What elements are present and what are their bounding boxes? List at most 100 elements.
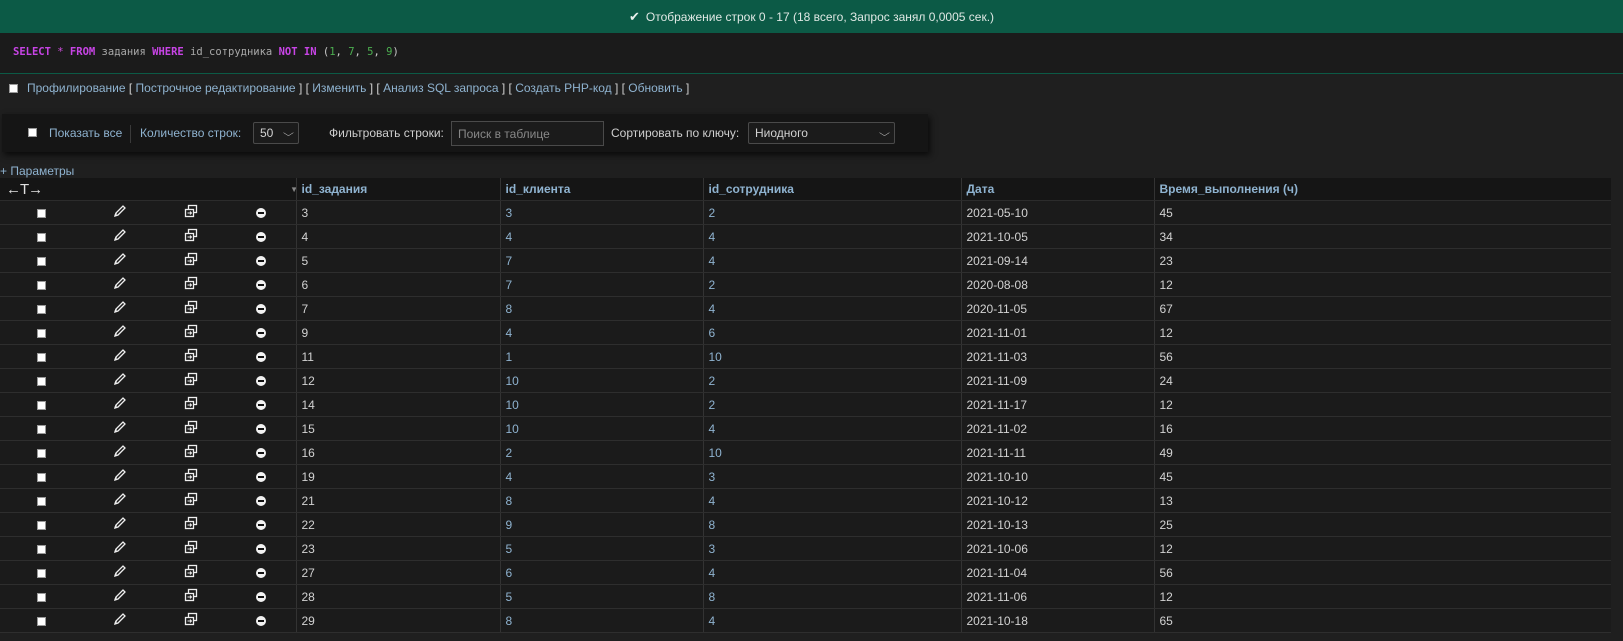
cell-employee-id[interactable]: 2 [702, 368, 961, 393]
row-select-checkbox[interactable] [37, 496, 47, 506]
delete-row-icon[interactable] [226, 422, 296, 436]
copy-row-icon[interactable] [156, 564, 226, 581]
copy-row-icon[interactable] [156, 204, 226, 221]
column-header[interactable]: id_сотрудника [702, 178, 961, 201]
copy-row-icon[interactable] [156, 300, 226, 317]
delete-row-icon[interactable] [226, 254, 296, 268]
delete-row-icon[interactable] [226, 470, 296, 484]
row-select-checkbox[interactable] [37, 256, 47, 266]
copy-row-icon[interactable] [156, 588, 226, 605]
cell-client-id[interactable]: 2 [499, 440, 703, 465]
row-select-checkbox[interactable] [37, 232, 47, 242]
column-header[interactable]: Дата [960, 178, 1154, 201]
cell-employee-id[interactable]: 10 [702, 440, 961, 465]
row-select-checkbox[interactable] [37, 280, 47, 290]
caret-down-icon[interactable]: ▼ [290, 185, 296, 194]
copy-row-icon[interactable] [156, 396, 226, 413]
edit-row-icon[interactable] [84, 300, 156, 317]
row-select-checkbox[interactable] [37, 616, 47, 626]
delete-row-icon[interactable] [226, 230, 296, 244]
cell-employee-id[interactable]: 4 [702, 608, 961, 633]
row-select-checkbox[interactable] [37, 592, 47, 602]
edit-row-icon[interactable] [84, 372, 156, 389]
delete-row-icon[interactable] [226, 614, 296, 628]
cell-client-id[interactable]: 3 [499, 200, 703, 225]
explain-sql-link[interactable]: Анализ SQL запроса [383, 81, 498, 95]
copy-row-icon[interactable] [156, 516, 226, 533]
cell-client-id[interactable]: 10 [499, 392, 703, 417]
edit-row-icon[interactable] [84, 204, 156, 221]
edit-row-icon[interactable] [84, 492, 156, 509]
copy-row-icon[interactable] [156, 252, 226, 269]
cell-client-id[interactable]: 5 [499, 584, 703, 609]
cell-employee-id[interactable]: 2 [702, 392, 961, 417]
copy-row-icon[interactable] [156, 612, 226, 629]
delete-row-icon[interactable] [226, 518, 296, 532]
cell-client-id[interactable]: 9 [499, 512, 703, 537]
row-select-checkbox[interactable] [37, 520, 47, 530]
edit-row-icon[interactable] [84, 612, 156, 629]
cell-employee-id[interactable]: 8 [702, 584, 961, 609]
copy-row-icon[interactable] [156, 324, 226, 341]
create-php-code-link[interactable]: Создать PHP-код [515, 81, 611, 95]
copy-row-icon[interactable] [156, 540, 226, 557]
row-select-checkbox[interactable] [37, 448, 47, 458]
edit-row-icon[interactable] [84, 564, 156, 581]
row-select-checkbox[interactable] [37, 208, 47, 218]
cell-client-id[interactable]: 5 [499, 536, 703, 561]
copy-row-icon[interactable] [156, 420, 226, 437]
refresh-link[interactable]: Обновить [628, 81, 682, 95]
cell-employee-id[interactable]: 6 [702, 320, 961, 345]
edit-row-icon[interactable] [84, 252, 156, 269]
edit-row-icon[interactable] [84, 324, 156, 341]
copy-row-icon[interactable] [156, 276, 226, 293]
cell-employee-id[interactable]: 4 [702, 488, 961, 513]
delete-row-icon[interactable] [226, 446, 296, 460]
row-select-checkbox[interactable] [37, 328, 47, 338]
delete-row-icon[interactable] [226, 542, 296, 556]
row-select-checkbox[interactable] [37, 472, 47, 482]
cell-client-id[interactable]: 10 [499, 416, 703, 441]
delete-row-icon[interactable] [226, 374, 296, 388]
copy-row-icon[interactable] [156, 372, 226, 389]
cell-employee-id[interactable]: 4 [702, 224, 961, 249]
cell-client-id[interactable]: 8 [499, 608, 703, 633]
delete-row-icon[interactable] [226, 350, 296, 364]
cell-employee-id[interactable]: 8 [702, 512, 961, 537]
cell-employee-id[interactable]: 4 [702, 248, 961, 273]
column-header[interactable]: Время_выполнения (ч) [1153, 178, 1611, 201]
delete-row-icon[interactable] [226, 302, 296, 316]
column-toggle-icon[interactable]: ←T→ [6, 181, 43, 198]
cell-employee-id[interactable]: 4 [702, 416, 961, 441]
edit-row-icon[interactable] [84, 540, 156, 557]
cell-client-id[interactable]: 6 [499, 560, 703, 585]
row-select-checkbox[interactable] [37, 376, 47, 386]
delete-row-icon[interactable] [226, 398, 296, 412]
cell-employee-id[interactable]: 4 [702, 560, 961, 585]
delete-row-icon[interactable] [226, 206, 296, 220]
delete-row-icon[interactable] [226, 590, 296, 604]
cell-client-id[interactable]: 7 [499, 248, 703, 273]
sort-by-key-select[interactable]: Ниодного ⌵ [748, 122, 895, 144]
row-select-checkbox[interactable] [37, 568, 47, 578]
show-all-label[interactable]: Показать все [49, 126, 122, 140]
sql-query-box[interactable]: SELECT * FROM задания WHERE id_сотрудник… [0, 33, 1623, 74]
column-header[interactable]: id_задания [295, 178, 500, 201]
edit-row-icon[interactable] [84, 516, 156, 533]
edit-row-icon[interactable] [84, 588, 156, 605]
delete-row-icon[interactable] [226, 326, 296, 340]
copy-row-icon[interactable] [156, 348, 226, 365]
show-all-checkbox[interactable] [28, 128, 37, 137]
cell-client-id[interactable]: 10 [499, 368, 703, 393]
copy-row-icon[interactable] [156, 468, 226, 485]
edit-row-icon[interactable] [84, 396, 156, 413]
edit-row-icon[interactable] [84, 468, 156, 485]
row-select-checkbox[interactable] [37, 424, 47, 434]
edit-row-icon[interactable] [84, 276, 156, 293]
cell-employee-id[interactable]: 3 [702, 536, 961, 561]
edit-query-link[interactable]: Изменить [312, 81, 366, 95]
rows-count-select[interactable]: 50 ⌵ [253, 122, 299, 144]
edit-row-icon[interactable] [84, 348, 156, 365]
profiling-link[interactable]: Профилирование [27, 81, 126, 95]
column-header[interactable]: id_клиента [499, 178, 703, 201]
